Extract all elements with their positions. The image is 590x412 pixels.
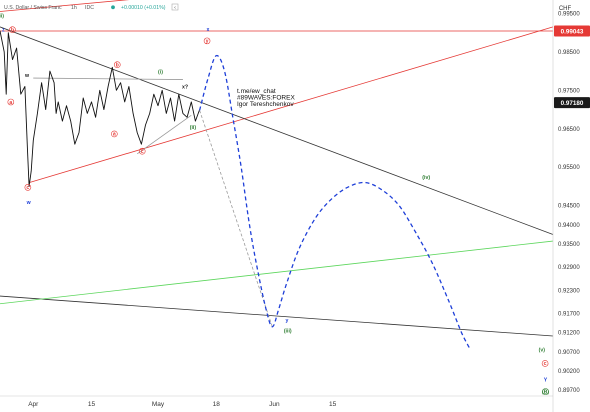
price-tick-label: 0.92900	[558, 265, 580, 271]
price-tick-label: 0.90200	[558, 369, 580, 375]
time-tick-label: 18	[213, 401, 221, 408]
wave-label: x?	[182, 84, 188, 90]
wave-label: z	[2, 28, 5, 34]
author-line-3: Igor Tereshchenkov	[237, 101, 294, 108]
wave-label: y	[285, 318, 288, 324]
wave-label: y	[206, 39, 209, 45]
price-tick-label: 0.94000	[558, 223, 580, 229]
price-tick-label: 0.95500	[558, 165, 580, 171]
wave-label: (iv)	[422, 175, 430, 181]
wave-label: c	[544, 361, 547, 367]
price-badge-label: 0.97180	[561, 100, 584, 107]
price-tick-label: 0.99500	[558, 11, 580, 17]
wave-label: (v)	[539, 347, 546, 353]
wave-label: (i)	[158, 69, 163, 75]
wave-label: a	[9, 100, 12, 106]
source-label: IDC	[85, 5, 94, 11]
status-dot-icon	[111, 5, 115, 10]
wave-label: b	[11, 28, 14, 34]
wave-label: a	[113, 132, 116, 138]
chart-background	[0, 0, 590, 412]
wave-label: (ii)	[0, 13, 4, 19]
chevron-left-icon: ‹	[174, 5, 176, 11]
interval-label[interactable]: 1h	[71, 5, 77, 11]
wave-label: Y	[544, 377, 548, 383]
price-tick-label: 0.91700	[558, 311, 580, 317]
chart-header: U.S. Dollar / Swiss Franc 1h IDC +0.0001…	[4, 3, 179, 11]
wave-label: (iii)	[284, 329, 292, 335]
wave-label: b	[116, 63, 119, 69]
time-tick-label: Apr	[28, 401, 39, 408]
wave-label: (ii)	[190, 125, 197, 131]
price-tick-label: 0.92300	[558, 288, 580, 294]
currency-label: CHF	[559, 6, 572, 12]
price-tick-label: 0.96500	[558, 127, 580, 133]
price-tick-label: 0.94500	[558, 204, 580, 210]
price-tick-label: 0.90700	[558, 350, 580, 356]
price-tick-label: 0.91200	[558, 331, 580, 337]
price-tick-label: 0.97500	[558, 88, 580, 94]
price-badge-label: 0.99043	[561, 28, 584, 35]
price-tick-label: 0.89700	[558, 388, 580, 394]
wave-label: c	[141, 149, 144, 155]
chart-canvas[interactable]: (ii)zbawcwbac(i)x?(ii)xy(iv)y(iii)(v)cY(…	[0, 0, 590, 412]
change-readout: +0.00010 (+0.01%)	[121, 5, 166, 11]
time-tick-label: 15	[88, 401, 96, 408]
time-tick-label: 15	[329, 401, 337, 408]
time-tick-label: May	[152, 401, 165, 408]
price-tick-label: 0.98500	[558, 50, 580, 56]
symbol-name[interactable]: U.S. Dollar / Swiss Franc	[4, 5, 62, 11]
time-tick-label: Jun	[269, 401, 280, 408]
price-tick-label: 0.93500	[558, 242, 580, 248]
wave-label: x	[206, 27, 209, 33]
wave-label: (B)	[542, 389, 549, 395]
wave-label: c	[26, 185, 29, 191]
